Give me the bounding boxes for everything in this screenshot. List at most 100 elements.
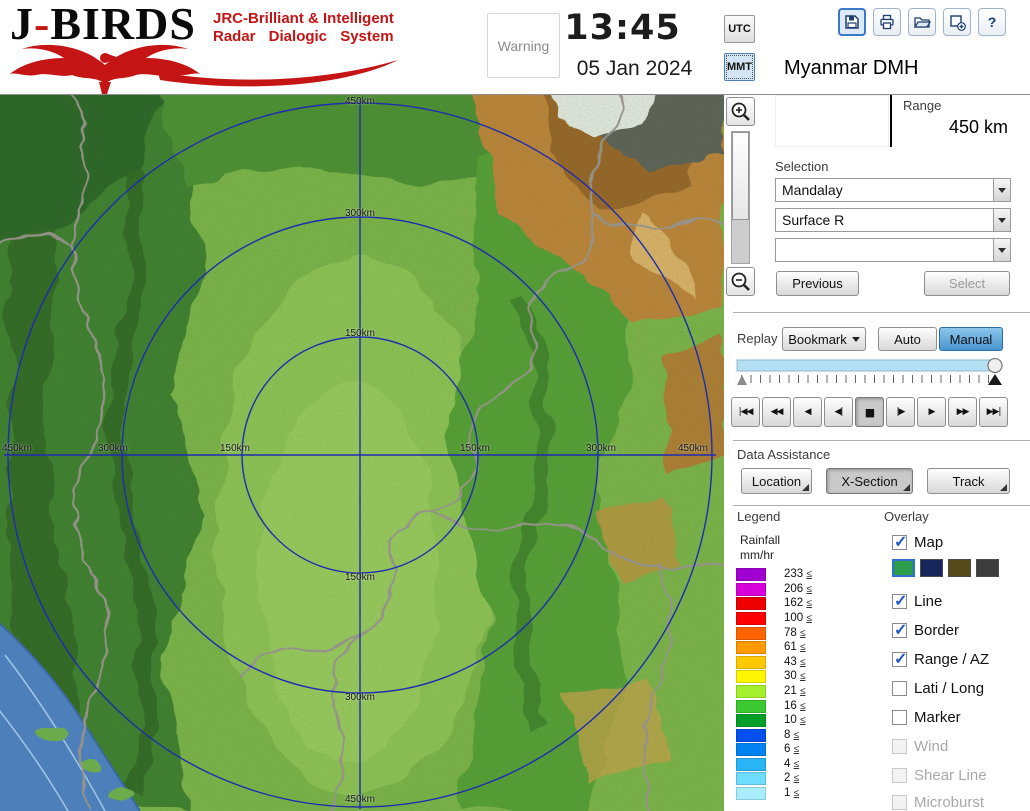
map-style-olive-swatch[interactable] <box>948 559 971 577</box>
mmt-button[interactable]: MMT <box>724 53 755 81</box>
bookmark-button[interactable]: Bookmark <box>782 327 866 351</box>
wind-checkbox[interactable] <box>892 738 907 754</box>
svg-text:?: ? <box>988 14 997 30</box>
overlay-item-label: Line <box>914 592 943 610</box>
map-style-green-swatch[interactable] <box>892 559 915 577</box>
overlay-row-range-az: Range / AZ <box>892 649 989 669</box>
open-folder-icon[interactable] <box>908 8 936 36</box>
legend-color-swatch <box>736 728 766 742</box>
border-checkbox[interactable] <box>892 620 907 640</box>
range-az-checkbox[interactable] <box>892 649 907 669</box>
select-button[interactable]: Select <box>924 271 1010 296</box>
zoom-out-icon[interactable] <box>726 267 755 296</box>
legend-row: 21 ≤ <box>736 684 866 698</box>
microburst-checkbox[interactable] <box>892 794 907 810</box>
selection-label: Selection <box>775 159 829 174</box>
overlay-row-marker: Marker <box>892 707 961 727</box>
overlay-item-label: Wind <box>914 737 949 755</box>
zoom-in-icon[interactable] <box>726 97 755 126</box>
print-icon[interactable] <box>873 8 901 36</box>
legend-row: 16 ≤ <box>736 699 866 713</box>
zoom-slider-thumb[interactable] <box>732 132 749 220</box>
bookmark-button-label: Bookmark <box>788 331 847 347</box>
legend-row: 162 ≤ <box>736 596 866 610</box>
previous-button[interactable]: Previous <box>776 271 859 296</box>
step-forward-button[interactable]: |▶ <box>886 397 915 427</box>
legend-color-swatch <box>736 596 766 610</box>
site-dropdown[interactable]: Mandalay <box>775 178 1011 202</box>
location-button-label: Location <box>751 473 802 489</box>
legend-row: 1 ≤ <box>736 786 866 800</box>
clock-date: 05 Jan 2024 <box>576 57 693 80</box>
skip-to-start-button[interactable]: |◀◀ <box>731 397 760 427</box>
legend-color-swatch <box>736 684 766 698</box>
station-title: Myanmar DMH <box>784 57 919 79</box>
save-icon[interactable] <box>838 8 866 36</box>
overlay-item-label: Map <box>914 533 944 551</box>
play-reverse-button[interactable]: ◀ <box>793 397 822 427</box>
legend-unit-2: mm/hr <box>740 548 774 562</box>
x-section-button-label: X-Section <box>841 473 898 489</box>
map-style-navy-swatch[interactable] <box>920 559 943 577</box>
chevron-down-icon <box>851 336 860 342</box>
marker-checkbox[interactable] <box>892 709 907 725</box>
zoom-slider[interactable] <box>731 131 750 264</box>
fast-forward-button[interactable]: ▶▶ <box>948 397 977 427</box>
range-label: Range <box>903 98 942 113</box>
radar-map-area[interactable]: 450km 300km 150km 150km 300km 450km 450k… <box>0 95 724 811</box>
map-style-dark-swatch[interactable] <box>976 559 999 577</box>
legend-row: 10 ≤ <box>736 713 866 727</box>
clock-time: 13:45 <box>564 8 681 48</box>
dropdown-arrow-icon[interactable] <box>993 179 1010 201</box>
range-ring-label: 150km <box>344 328 375 339</box>
replay-label: Replay <box>737 331 778 346</box>
replay-timeline-slider[interactable] <box>735 358 1007 388</box>
utc-button[interactable]: UTC <box>724 15 755 43</box>
shear-line-checkbox[interactable] <box>892 767 907 783</box>
product-dropdown[interactable]: Surface R <box>775 208 1011 232</box>
legend-color-swatch <box>736 640 766 654</box>
manual-button[interactable]: Manual <box>939 327 1003 351</box>
overlay-row-line: Line <box>892 591 942 611</box>
line-checkbox[interactable] <box>892 591 907 611</box>
legend-row: 233 ≤ <box>736 567 866 581</box>
range-ring-label: 450km <box>678 443 709 454</box>
overlay-row-wind: Wind <box>892 736 948 756</box>
export-icon[interactable] <box>943 8 971 36</box>
dropdown-arrow-icon[interactable] <box>993 209 1010 231</box>
map-checkbox[interactable] <box>892 532 907 552</box>
overlay-row-border: Border <box>892 620 959 640</box>
timeline-position-marker <box>988 374 1002 385</box>
warning-indicator[interactable]: Warning <box>487 13 560 78</box>
track-button[interactable]: Track <box>927 468 1010 494</box>
range-ring-label: 300km <box>344 208 375 219</box>
legend-label: Legend <box>737 509 781 524</box>
legend-row: 8 ≤ <box>736 728 866 742</box>
corner-more-icon <box>1000 484 1007 491</box>
step-back-button[interactable]: ◀| <box>824 397 853 427</box>
legend-row: 4 ≤ <box>736 757 866 771</box>
legend-row: 30 ≤ <box>736 669 866 683</box>
lati-long-checkbox[interactable] <box>892 680 907 696</box>
overlay-item-label: Lati / Long <box>914 679 985 697</box>
play-button[interactable]: ▶ <box>917 397 946 427</box>
x-section-button[interactable]: X-Section <box>826 468 913 494</box>
media-controls: |◀◀ ◀◀ ◀ ◀| ■ |▶ ▶ ▶▶ ▶▶| <box>731 397 1009 427</box>
overlay-item-label: Marker <box>914 708 961 726</box>
stop-button[interactable]: ■ <box>855 397 884 427</box>
help-icon[interactable]: ? <box>978 8 1006 36</box>
legend-row: 206 ≤ <box>736 582 866 596</box>
location-button[interactable]: Location <box>741 468 812 494</box>
fast-rewind-button[interactable]: ◀◀ <box>762 397 791 427</box>
range-ring-label: 150km <box>460 443 491 454</box>
legend-color-swatch <box>736 757 766 771</box>
legend-color-swatch <box>736 742 766 756</box>
extra-dropdown[interactable] <box>775 238 1011 262</box>
timeline-thumb <box>987 358 1003 374</box>
logo-subtitle-1: JRC-Brilliant & Intelligent <box>213 10 394 27</box>
dropdown-arrow-icon[interactable] <box>993 239 1010 261</box>
legend-color-swatch <box>736 699 766 713</box>
legend-row: 43 ≤ <box>736 655 866 669</box>
skip-to-end-button[interactable]: ▶▶| <box>979 397 1008 427</box>
auto-button[interactable]: Auto <box>878 327 937 351</box>
